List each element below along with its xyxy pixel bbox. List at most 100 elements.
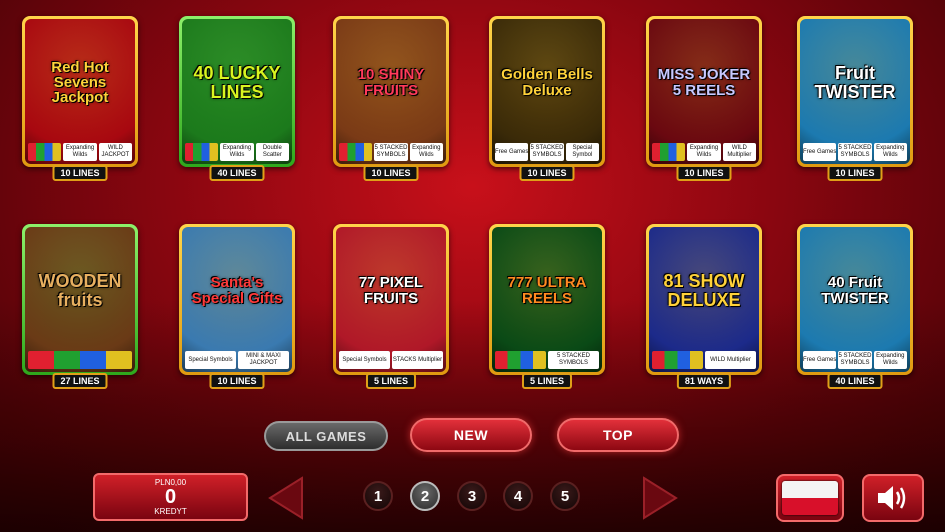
feature-badges: Special Symbols MINI & MAXI JACKPOT <box>185 351 289 369</box>
game-title: WOODEN fruits <box>38 271 122 310</box>
sound-button[interactable] <box>862 474 924 522</box>
feature-badge: MINI & MAXI JACKPOT <box>238 351 289 369</box>
lines-badge: 10 LINES <box>52 165 108 181</box>
lines-badge: 40 LINES <box>209 165 265 181</box>
feature-badge: 5 STACKED SYMBOLS <box>548 351 599 369</box>
game-tile[interactable]: 40 LUCKY LINES Expanding Wilds Double Scat… <box>179 16 295 181</box>
lines-badge: 27 LINES <box>52 373 108 389</box>
lines-badge: 10 LINES <box>827 165 883 181</box>
game-title: Golden Bells Deluxe <box>501 66 593 99</box>
game-tile[interactable]: WOODEN fruits 27 LINES <box>22 224 138 389</box>
game-title: Fruit TWISTER <box>814 63 896 102</box>
page-button-2[interactable]: 2 <box>410 481 440 511</box>
lines-badge: 10 LINES <box>363 165 419 181</box>
new-button[interactable]: NEW <box>410 418 532 452</box>
feature-badges: Free Games 5 STACKED SYMBOLS Expanding Wil… <box>803 351 907 369</box>
game-title: MISS JOKER 5 REELS <box>657 66 751 99</box>
feature-badge <box>28 143 62 161</box>
feature-badge: 5 STACKED SYMBOLS <box>838 143 872 161</box>
game-tile[interactable]: Fruit TWISTER Free Games 5 STACKED SYMBOLS… <box>797 16 913 181</box>
game-artwork: 10 SHINY FRUITS 5 STACKED SYMBOLS Expandin… <box>336 19 446 164</box>
feature-badges: 5 STACKED SYMBOLS <box>495 351 599 369</box>
feature-badges: Special Symbols STACKS Multiplier <box>339 351 443 369</box>
game-title: 81 SHOW DELUXE <box>663 271 745 310</box>
feature-badge: Expanding Wilds <box>873 143 907 161</box>
feature-badge: 5 STACKED SYMBOLS <box>838 351 872 369</box>
feature-badge: 5 STACKED SYMBOLS <box>530 143 564 161</box>
feature-badge: Expanding Wilds <box>687 143 721 161</box>
feature-badges: WILD Multiplier <box>652 351 756 369</box>
game-artwork: 77 PIXEL FRUITS Special Symbols STACKS Mul… <box>336 227 446 372</box>
next-page-arrow-icon[interactable] <box>640 476 680 520</box>
game-tile[interactable]: 77 PIXEL FRUITS Special Symbols STACKS Mul… <box>333 224 449 389</box>
game-title: Red Hot Sevens Jackpot <box>51 58 109 107</box>
credit-value: 0 <box>164 486 177 508</box>
game-artwork: 40 LUCKY LINES Expanding Wilds Double Scat… <box>182 19 292 164</box>
game-artwork: 81 SHOW DELUXE WILD Multiplier <box>649 227 759 372</box>
game-title: 40 Fruit TWISTER <box>821 274 889 307</box>
game-title: 77 PIXEL FRUITS <box>358 274 424 307</box>
game-tile[interactable]: 81 SHOW DELUXE WILD Multiplier 81 WAYS <box>646 224 762 389</box>
feature-badge: Double Scatter <box>255 143 289 161</box>
game-artwork: Red Hot Sevens Jackpot Expanding Wilds WIL… <box>25 19 135 164</box>
feature-badge: Free Games <box>803 351 837 369</box>
page-button-3[interactable]: 3 <box>457 481 487 511</box>
feature-badges <box>28 351 132 369</box>
game-title: 40 LUCKY LINES <box>193 63 281 102</box>
game-artwork: 777 ULTRA REELS 5 STACKED SYMBOLS <box>492 227 602 372</box>
feature-badge <box>652 351 703 369</box>
feature-badges: Free Games 5 STACKED SYMBOLS Special Symbo… <box>495 143 599 161</box>
feature-badge <box>339 143 373 161</box>
lines-badge: 10 LINES <box>519 165 575 181</box>
feature-badge: Expanding Wilds <box>873 351 907 369</box>
feature-badges: Free Games 5 STACKED SYMBOLS Expanding Wil… <box>803 143 907 161</box>
game-tile[interactable]: 777 ULTRA REELS 5 STACKED SYMBOLS 5 LINES <box>489 224 605 389</box>
page-button-5[interactable]: 5 <box>550 481 580 511</box>
prev-page-arrow-icon[interactable] <box>266 476 306 520</box>
credit-panel: PLN0,00 0 KREDYT <box>93 473 248 521</box>
game-tile[interactable]: Santa's Special Gifts Special Symbols MINI… <box>179 224 295 389</box>
lines-badge: 5 LINES <box>365 373 417 389</box>
feature-badge: Special Symbol <box>565 143 599 161</box>
feature-badge: Expanding Wilds <box>409 143 443 161</box>
game-artwork: Golden Bells Deluxe Free Games 5 STACKED S… <box>492 19 602 164</box>
game-artwork: WOODEN fruits <box>25 227 135 372</box>
game-grid: Red Hot Sevens Jackpot Expanding Wilds WIL… <box>0 0 945 420</box>
feature-badges: 5 STACKED SYMBOLS Expanding Wilds <box>339 143 443 161</box>
feature-badge <box>495 351 546 369</box>
game-title: Santa's Special Gifts <box>191 274 283 307</box>
game-tile[interactable]: 10 SHINY FRUITS 5 STACKED SYMBOLS Expandin… <box>333 16 449 181</box>
feature-badge: 5 STACKED SYMBOLS <box>374 143 408 161</box>
game-artwork: Fruit TWISTER Free Games 5 STACKED SYMBOLS… <box>800 19 910 164</box>
feature-badge: WILD Multiplier <box>705 351 756 369</box>
flag-poland-icon <box>782 481 838 515</box>
feature-badge: WILD Multiplier <box>722 143 756 161</box>
lines-badge: 10 LINES <box>209 373 265 389</box>
feature-badge: Expanding Wilds <box>220 143 254 161</box>
game-artwork: Santa's Special Gifts Special Symbols MINI… <box>182 227 292 372</box>
game-title: 777 ULTRA REELS <box>507 274 587 307</box>
game-artwork: 40 Fruit TWISTER Free Games 5 STACKED SYMB… <box>800 227 910 372</box>
game-title: 10 SHINY FRUITS <box>357 66 425 99</box>
game-tile[interactable]: Red Hot Sevens Jackpot Expanding Wilds WIL… <box>22 16 138 181</box>
feature-badge: Free Games <box>803 143 837 161</box>
language-button[interactable] <box>776 474 844 522</box>
game-tile[interactable]: Golden Bells Deluxe Free Games 5 STACKED S… <box>489 16 605 181</box>
feature-badge <box>185 143 219 161</box>
speaker-icon <box>878 486 906 510</box>
feature-badge: STACKS Multiplier <box>392 351 443 369</box>
feature-badge <box>652 143 686 161</box>
feature-badges: Expanding Wilds WILD JACKPOT <box>28 143 132 161</box>
lines-badge: 10 LINES <box>676 165 732 181</box>
feature-badge <box>28 351 132 369</box>
feature-badge: Free Games <box>495 143 529 161</box>
game-artwork: MISS JOKER 5 REELS Expanding Wilds WILD Mu… <box>649 19 759 164</box>
lines-badge: 5 LINES <box>521 373 573 389</box>
game-tile[interactable]: MISS JOKER 5 REELS Expanding Wilds WILD Mu… <box>646 16 762 181</box>
page-button-4[interactable]: 4 <box>503 481 533 511</box>
game-tile[interactable]: 40 Fruit TWISTER Free Games 5 STACKED SYMB… <box>797 224 913 389</box>
page-button-1[interactable]: 1 <box>363 481 393 511</box>
feature-badges: Expanding Wilds Double Scatter <box>185 143 289 161</box>
top-button[interactable]: TOP <box>557 418 679 452</box>
all-games-button[interactable]: ALL GAMES <box>264 421 388 451</box>
